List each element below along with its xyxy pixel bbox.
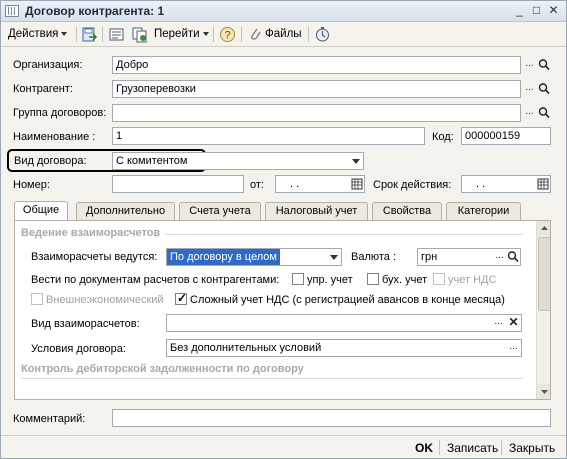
currency-label: Валюта : [351, 251, 397, 263]
vat-accounting-checkbox[interactable] [433, 273, 445, 285]
tab-properties[interactable]: Свойства [372, 202, 442, 221]
settlements-dropdown-icon[interactable] [327, 249, 341, 265]
settlement-type-label: Вид взаиморасчетов: [31, 318, 140, 330]
currency-select-button[interactable]: ... [492, 249, 507, 265]
number-input[interactable] [112, 175, 244, 193]
receivables-section-title: Контроль дебиторской задолженности по до… [21, 363, 304, 375]
contract-type-dropdown-icon[interactable] [349, 153, 363, 169]
settlements-section-title: Ведение взаиморасчетов [21, 227, 161, 239]
name-label: Наименование : [13, 131, 96, 143]
terms-label: Условия договора: [31, 343, 126, 355]
section-divider [165, 234, 523, 235]
scroll-up-icon[interactable] [537, 221, 551, 236]
counterparty-select-button[interactable]: ... [522, 81, 537, 97]
files-button[interactable]: Файлы [265, 26, 302, 43]
maximize-icon[interactable]: □ [529, 4, 544, 18]
number-label: Номер: [13, 179, 50, 191]
contract-group-input[interactable] [112, 104, 521, 122]
bookkeeping-label: бух. учет [382, 274, 428, 286]
contract-type-select[interactable]: С комитентом [112, 152, 364, 170]
comment-input[interactable] [112, 409, 551, 427]
mgmt-accounting-checkbox[interactable] [292, 273, 304, 285]
svg-text:?: ? [224, 30, 230, 42]
contract-group-label: Группа договоров: [13, 107, 107, 119]
valid-until-label: Срок действия: [373, 179, 452, 191]
toolbar: Действия Перейти ? Файлы [1, 22, 566, 47]
tab-categories[interactable]: Категории [446, 202, 521, 221]
complex-vat-label: Сложный учет НДС (с регистрацией авансов… [190, 294, 505, 306]
code-label: Код: [432, 131, 454, 143]
close-button[interactable]: Закрыть [509, 441, 555, 455]
currency-search-icon[interactable] [506, 249, 521, 265]
settlement-type-clear-icon[interactable]: ✕ [506, 315, 521, 331]
tab-general[interactable]: Общие [14, 201, 68, 222]
window-title: Договор контрагента: 1 [25, 4, 165, 18]
terms-input[interactable]: Без дополнительных условий [166, 339, 522, 357]
goto-menu[interactable]: Перейти [154, 26, 209, 43]
counterparty-label: Контрагент: [13, 83, 73, 95]
close-icon[interactable]: ✕ [546, 4, 561, 18]
general-tab-panel: Ведение взаиморасчетов Взаиморасчеты вед… [14, 220, 551, 400]
settlements-selected-value: По договору в целом [167, 249, 280, 265]
contract-group-search-icon[interactable] [537, 105, 552, 121]
counterparty-input[interactable]: Грузоперевозки [112, 80, 521, 98]
document-list-icon[interactable] [108, 26, 125, 43]
receivables-divider [21, 378, 523, 379]
tab-additional[interactable]: Дополнительно [76, 202, 175, 221]
settlements-select[interactable]: По договору в целом [166, 248, 342, 266]
footer-bar: OK Записать Закрыть [1, 435, 566, 459]
ok-button[interactable]: OK [415, 441, 433, 455]
contract-type-label: Вид договора: [14, 155, 87, 167]
scroll-thumb[interactable] [538, 237, 550, 311]
scroll-down-icon[interactable] [537, 384, 551, 399]
contract-window: Договор контрагента: 1 _ □ ✕ Действия Пе… [0, 0, 567, 459]
organization-input[interactable]: Добро [112, 56, 521, 74]
docs-settlement-label: Вести по документам расчетов с контраген… [31, 274, 280, 286]
copy-document-icon[interactable] [131, 26, 148, 43]
counterparty-search-icon[interactable] [537, 81, 552, 97]
save-button[interactable]: Записать [447, 441, 498, 455]
settlement-type-input[interactable] [166, 314, 522, 332]
foreign-trade-checkbox[interactable] [31, 293, 43, 305]
panel-scrollbar[interactable] [536, 221, 551, 399]
paperclip-icon[interactable] [247, 26, 264, 43]
settlements-label: Взаиморасчеты ведутся: [31, 251, 158, 263]
organization-search-icon[interactable] [537, 57, 552, 73]
foreign-trade-label: Внешнеэкономический [46, 294, 164, 306]
complex-vat-checkbox[interactable] [175, 291, 187, 305]
actions-menu[interactable]: Действия [8, 26, 68, 43]
structure-icon[interactable] [314, 26, 331, 43]
tab-tax-accounting[interactable]: Налоговый учет [265, 202, 368, 221]
organization-select-button[interactable]: ... [522, 57, 537, 73]
title-bar: Договор контрагента: 1 _ □ ✕ [1, 1, 566, 22]
comment-label: Комментарий: [13, 413, 86, 425]
organization-label: Организация: [13, 59, 83, 71]
window-icon [5, 5, 19, 17]
date-from-calendar-icon[interactable] [350, 176, 364, 192]
valid-until-calendar-icon[interactable] [536, 176, 550, 192]
vat-accounting-label: учет НДС [448, 274, 497, 286]
date-from-label: от: [250, 179, 264, 191]
bookkeeping-checkbox[interactable] [367, 273, 379, 285]
name-input[interactable]: 1 [112, 127, 425, 145]
settlement-type-select-button[interactable]: ... [491, 315, 506, 331]
contract-group-select-button[interactable]: ... [522, 105, 537, 121]
tab-accounts[interactable]: Счета учета [179, 202, 261, 221]
code-input[interactable]: 000000159 [461, 127, 551, 145]
help-icon[interactable]: ? [219, 26, 236, 43]
terms-select-button[interactable]: ... [506, 340, 521, 356]
save-and-close-icon[interactable] [81, 26, 98, 43]
mgmt-accounting-label: упр. учет [307, 274, 353, 286]
minimize-icon[interactable]: _ [512, 4, 527, 18]
